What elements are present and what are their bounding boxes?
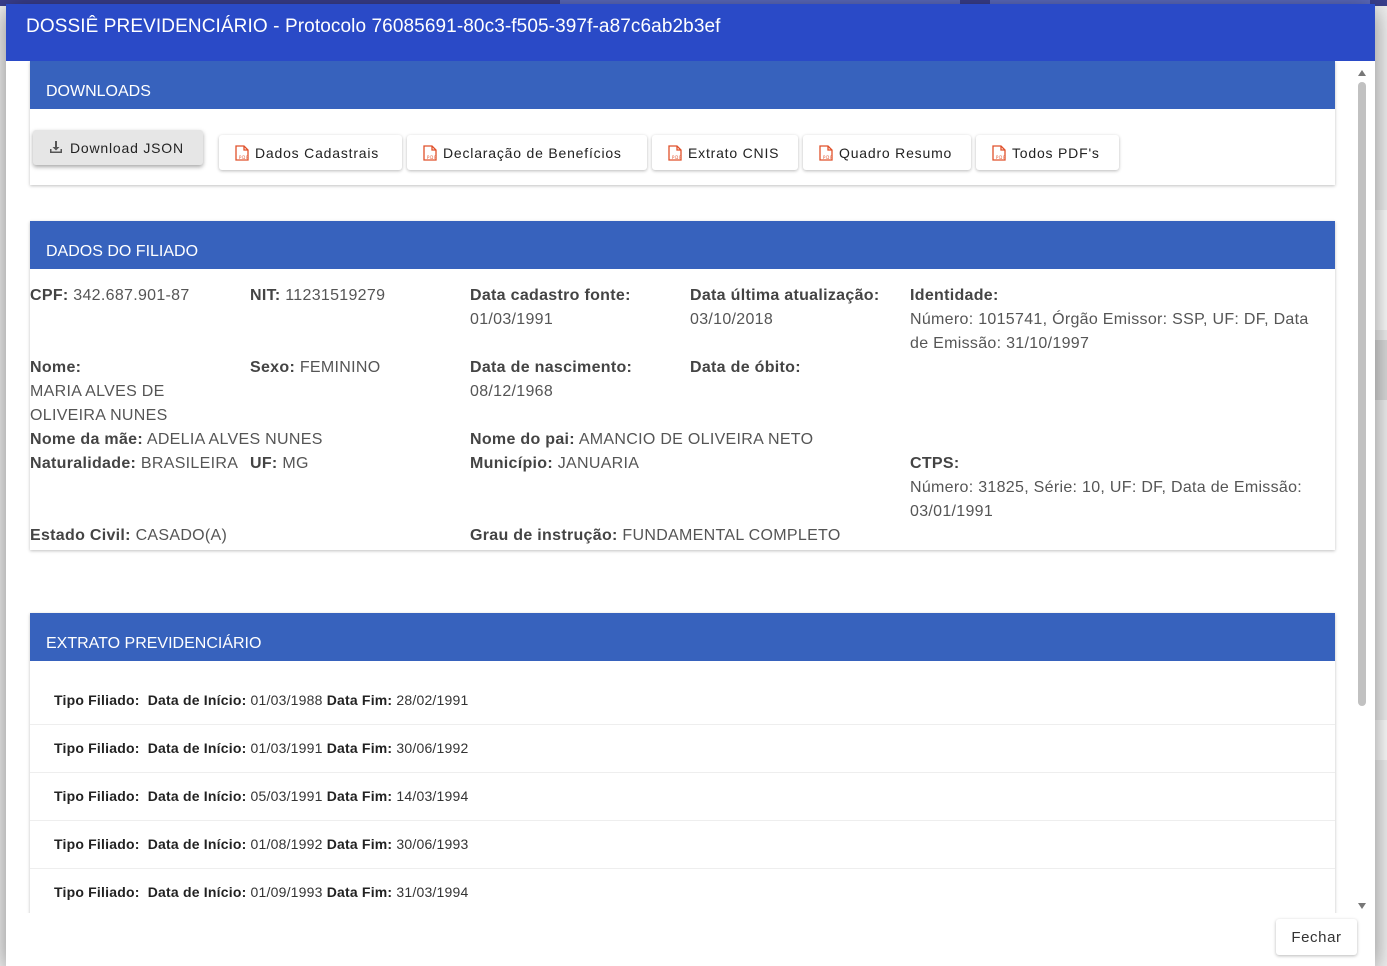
- dialog-body[interactable]: DOWNLOADS Download JSON PDF Dados Cadast…: [6, 61, 1358, 913]
- pdf-icon: PDF: [992, 145, 1006, 161]
- background-panel: [1373, 720, 1387, 760]
- nit-field: NIT: 11231519279: [250, 287, 386, 304]
- data-cadastro-field: Data cadastro fonte: 01/03/1991: [470, 287, 631, 328]
- svg-text:PDF: PDF: [823, 155, 833, 160]
- dados-filiado-title: DADOS DO FILIADO: [30, 221, 1335, 269]
- nome-field: Nome: MARIA ALVES DE OLIVEIRA NUNES: [30, 359, 168, 424]
- naturalidade-field: Naturalidade: BRASILEIRA: [30, 455, 239, 472]
- estado-civil-field: Estado Civil: CASADO(A): [30, 527, 228, 544]
- svg-text:PDF: PDF: [427, 155, 437, 160]
- municipio-field: Município: JANUARIA: [470, 455, 640, 472]
- scroll-up-icon[interactable]: [1358, 70, 1366, 76]
- nome-mae-field: Nome da mãe: ADELIA ALVES NUNES: [30, 431, 323, 448]
- extrato-list: Tipo Filiado: Data de Início: 01/03/1988…: [30, 677, 1335, 913]
- quadro-resumo-button[interactable]: PDF Quadro Resumo: [803, 135, 971, 170]
- svg-text:PDF: PDF: [672, 155, 682, 160]
- background-panel: [1373, 210, 1387, 330]
- data-obito-field: Data de óbito:: [690, 359, 801, 376]
- vertical-scrollbar[interactable]: [1356, 66, 1368, 911]
- todos-pdfs-label: Todos PDF's: [1012, 144, 1100, 161]
- declaracao-beneficios-button[interactable]: PDF Declaração de Benefícios: [407, 135, 647, 170]
- extrato-row[interactable]: Tipo Filiado: Data de Início: 01/03/1991…: [30, 725, 1335, 773]
- data-atualizacao-field: Data última atualização: 03/10/2018: [690, 287, 880, 328]
- ctps-field: CTPS: Número: 31825, Série: 10, UF: DF, D…: [910, 455, 1303, 520]
- quadro-resumo-label: Quadro Resumo: [839, 144, 953, 161]
- todos-pdfs-button[interactable]: PDF Todos PDF's: [976, 135, 1119, 170]
- svg-text:PDF: PDF: [239, 155, 249, 160]
- sexo-field: Sexo: FEMININO: [250, 359, 381, 376]
- scrollbar-thumb[interactable]: [1358, 82, 1366, 706]
- cpf-field: CPF: 342.687.901-87: [30, 287, 190, 304]
- declaracao-beneficios-label: Declaração de Benefícios: [443, 144, 622, 161]
- pdf-icon: PDF: [668, 145, 682, 161]
- dados-filiado-card: DADOS DO FILIADO CPF: 342.687.901-87 NIT…: [30, 221, 1335, 550]
- download-json-label: Download JSON: [70, 139, 184, 156]
- dossie-dialog: DOSSIÊ PREVIDENCIÁRIO - Protocolo 760856…: [6, 4, 1375, 966]
- dados-cadastrais-button[interactable]: PDF Dados Cadastrais: [219, 135, 402, 170]
- extrato-cnis-button[interactable]: PDF Extrato CNIS: [652, 135, 798, 170]
- pdf-icon: PDF: [235, 145, 249, 161]
- grau-instrucao-field: Grau de instrução: FUNDAMENTAL COMPLETO: [470, 527, 841, 544]
- identidade-field: Identidade: Número: 1015741, Órgão Emisso…: [910, 287, 1309, 352]
- extrato-row[interactable]: Tipo Filiado: Data de Início: 05/03/1991…: [30, 773, 1335, 821]
- extrato-cnis-label: Extrato CNIS: [688, 144, 780, 161]
- extrato-title: EXTRATO PREVIDENCIÁRIO: [30, 613, 1335, 661]
- dialog-title: DOSSIÊ PREVIDENCIÁRIO - Protocolo 760856…: [6, 4, 1375, 61]
- uf-field: UF: MG: [250, 455, 309, 472]
- extrato-row[interactable]: Tipo Filiado: Data de Início: 01/08/1992…: [30, 821, 1335, 869]
- dialog-footer: Fechar: [6, 913, 1375, 966]
- nome-pai-field: Nome do pai: AMANCIO DE OLIVEIRA NETO: [470, 431, 814, 448]
- extrato-card: EXTRATO PREVIDENCIÁRIO Tipo Filiado: Dat…: [30, 613, 1335, 913]
- extrato-row[interactable]: Tipo Filiado: Data de Início: 01/09/1993…: [30, 869, 1335, 913]
- pdf-icon: PDF: [819, 145, 833, 161]
- svg-text:PDF: PDF: [996, 155, 1006, 160]
- fechar-button[interactable]: Fechar: [1276, 919, 1357, 955]
- dados-cadastrais-label: Dados Cadastrais: [255, 144, 380, 161]
- downloads-title: DOWNLOADS: [30, 61, 1335, 109]
- scroll-down-icon[interactable]: [1358, 903, 1366, 909]
- data-nascimento-field: Data de nascimento: 08/12/1968: [470, 359, 633, 400]
- pdf-icon: PDF: [423, 145, 437, 161]
- background-panel: [1373, 340, 1387, 400]
- download-json-button[interactable]: Download JSON: [33, 130, 203, 165]
- downloads-card: DOWNLOADS Download JSON PDF Dados Cadast…: [30, 61, 1335, 185]
- download-icon: [49, 141, 63, 154]
- extrato-row[interactable]: Tipo Filiado: Data de Início: 01/03/1988…: [30, 677, 1335, 725]
